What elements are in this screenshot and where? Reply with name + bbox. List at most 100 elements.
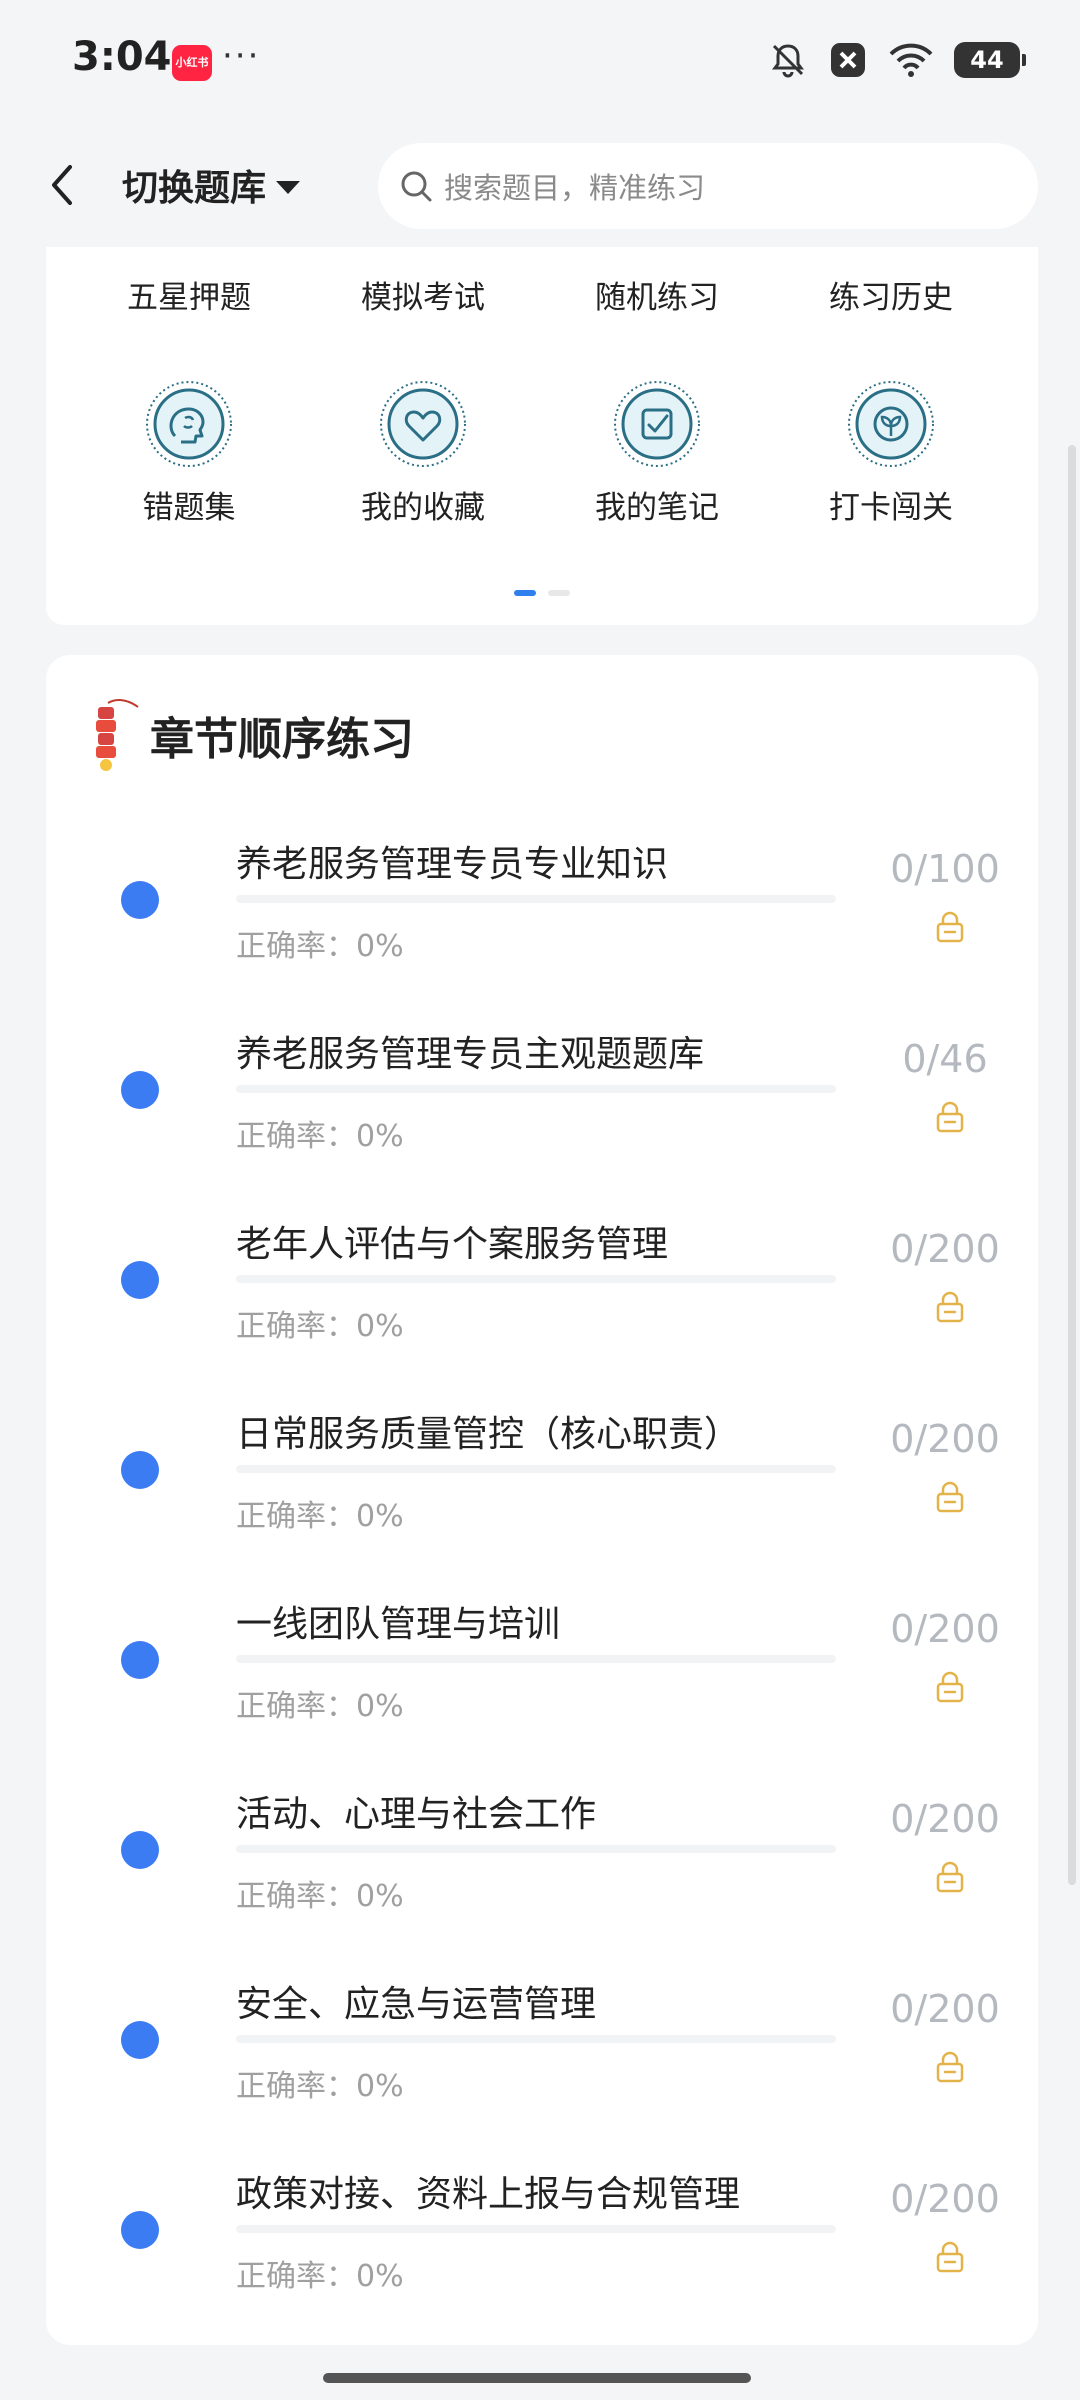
heart-icon bbox=[380, 381, 466, 467]
chapter-progress-bar bbox=[236, 1085, 836, 1093]
chapter-name: 日常服务质量管控（核心职责） bbox=[236, 1414, 741, 1455]
accuracy-label: 正确率： bbox=[236, 1119, 356, 1154]
chapter-status-dot bbox=[121, 881, 159, 919]
search-placeholder: 搜索题目，精准练习 bbox=[444, 171, 706, 205]
grid-item-practice-history[interactable]: 练习历史 bbox=[791, 272, 991, 317]
brain-icon bbox=[146, 381, 232, 467]
chapter-count: 0/200 bbox=[890, 2177, 1000, 2221]
accuracy-label: 正确率： bbox=[236, 2069, 356, 2104]
lock-icon[interactable] bbox=[932, 2049, 968, 2085]
firecracker-icon bbox=[96, 699, 139, 771]
grid-pager bbox=[46, 590, 1038, 596]
note-check-icon bbox=[614, 381, 700, 467]
lock-icon[interactable] bbox=[932, 1289, 968, 1325]
chapter-item[interactable]: 活动、心理与社会工作正确率：0% 0/200 bbox=[46, 1785, 1038, 1975]
chapter-item[interactable]: 日常服务质量管控（核心职责） 正确率：0% 0/200 bbox=[46, 1405, 1038, 1595]
chapter-progress-bar bbox=[236, 2035, 836, 2043]
grid-item-mock-exam[interactable]: 模拟考试 bbox=[323, 272, 523, 317]
accuracy-label: 正确率： bbox=[236, 2259, 356, 2294]
accuracy-value: 0% bbox=[356, 929, 404, 964]
grid-item-notes[interactable]: 我的笔记 bbox=[557, 380, 757, 527]
chapter-name: 一线团队管理与培训 bbox=[236, 1604, 561, 1645]
chapter-practice-card: 章节顺序练习 养老服务管理专员专业知识 正确率：0% 0/100 养老服务管理专员主观… bbox=[46, 655, 1038, 2345]
chapter-status-dot bbox=[121, 1451, 159, 1489]
grid-item-random-practice[interactable]: 随机练习 bbox=[557, 272, 757, 317]
chapter-item[interactable]: 养老服务管理专员专业知识 正确率：0% 0/100 bbox=[46, 835, 1038, 1025]
lock-icon[interactable] bbox=[932, 1859, 968, 1895]
search-input[interactable]: 搜索题目，精准练习 bbox=[378, 143, 1038, 229]
lock-icon[interactable] bbox=[932, 1479, 968, 1515]
pager-dot-active bbox=[514, 590, 536, 596]
chapter-status-dot bbox=[121, 2021, 159, 2059]
chapter-section-header: 章节顺序练习 bbox=[88, 695, 414, 775]
accuracy-value: 0% bbox=[356, 2069, 404, 2104]
chapter-name: 养老服务管理专员主观题题库 bbox=[236, 1034, 705, 1075]
accuracy-value: 0% bbox=[356, 1309, 404, 1344]
quick-action-card: 五星押题 模拟考试 随机练习 练习历史 错题集 我的收藏 我的笔记 打卡闯关 bbox=[46, 230, 1038, 625]
chapter-progress-bar bbox=[236, 1465, 836, 1473]
home-indicator[interactable] bbox=[323, 2373, 751, 2383]
lock-icon[interactable] bbox=[932, 2239, 968, 2275]
accuracy-value: 0% bbox=[356, 1119, 404, 1154]
header-bar: 切换题库 搜索题目，精准练习 bbox=[0, 125, 1080, 247]
pager-dot bbox=[548, 590, 570, 596]
accuracy-label: 正确率： bbox=[236, 929, 356, 964]
more-notifications-icon: ··· bbox=[222, 36, 261, 76]
chapter-item[interactable]: 一线团队管理与培训 正确率：0% 0/200 bbox=[46, 1595, 1038, 1785]
switch-bank-button[interactable]: 切换题库 bbox=[122, 159, 301, 211]
bell-off-icon bbox=[772, 44, 804, 78]
chapter-accuracy: 正确率：0% bbox=[236, 1301, 404, 1345]
grid-item-label: 错题集 bbox=[142, 490, 236, 526]
chapter-progress-bar bbox=[236, 895, 836, 903]
status-time: 3:04 bbox=[72, 34, 172, 80]
accuracy-value: 0% bbox=[356, 2259, 404, 2294]
grid-item-label: 打卡闯关 bbox=[829, 490, 953, 526]
scrollbar[interactable] bbox=[1068, 445, 1076, 1885]
chapter-accuracy: 正确率：0% bbox=[236, 2061, 404, 2105]
accuracy-label: 正确率： bbox=[236, 1499, 356, 1534]
chapter-accuracy: 正确率：0% bbox=[236, 2251, 404, 2295]
chapter-status-dot bbox=[121, 1641, 159, 1679]
chapter-name: 安全、应急与运营管理 bbox=[236, 1984, 597, 2025]
chapter-accuracy: 正确率：0% bbox=[236, 921, 404, 965]
chapter-item[interactable]: 安全、应急与运营管理 正确率：0% 0/200 bbox=[46, 1975, 1038, 2165]
chapter-status-dot bbox=[121, 1261, 159, 1299]
chapter-progress-bar bbox=[236, 1655, 836, 1663]
battery-icon: 44 bbox=[954, 42, 1026, 78]
chapter-count: 0/200 bbox=[890, 1797, 1000, 1841]
chapter-count: 0/100 bbox=[890, 847, 1000, 891]
lock-icon[interactable] bbox=[932, 909, 968, 945]
accuracy-label: 正确率： bbox=[236, 1689, 356, 1724]
chapter-status-dot bbox=[121, 1831, 159, 1869]
grid-item-label: 模拟考试 bbox=[361, 280, 485, 316]
chapter-status-dot bbox=[121, 2211, 159, 2249]
accuracy-value: 0% bbox=[356, 1499, 404, 1534]
grid-item-wrong-questions[interactable]: 错题集 bbox=[89, 380, 289, 527]
accuracy-label: 正确率： bbox=[236, 1309, 356, 1344]
chapter-accuracy: 正确率：0% bbox=[236, 1111, 404, 1155]
grid-item-label: 练习历史 bbox=[829, 280, 953, 316]
chapter-item[interactable]: 老年人评估与个案服务管理 正确率：0% 0/200 bbox=[46, 1215, 1038, 1405]
grid-item-check-in[interactable]: 打卡闯关 bbox=[791, 380, 991, 527]
chapter-count: 0/200 bbox=[890, 1607, 1000, 1651]
chapter-name: 活动、心理与社会工作 bbox=[236, 1794, 597, 1835]
grid-item-favorites[interactable]: 我的收藏 bbox=[323, 380, 523, 527]
chapter-name: 老年人评估与个案服务管理 bbox=[236, 1224, 669, 1265]
accuracy-value: 0% bbox=[356, 1879, 404, 1914]
grid-item-label: 随机练习 bbox=[595, 280, 719, 316]
lock-icon[interactable] bbox=[932, 1099, 968, 1135]
back-icon[interactable] bbox=[42, 157, 82, 213]
accuracy-value: 0% bbox=[356, 1689, 404, 1724]
accuracy-label: 正确率： bbox=[236, 1879, 356, 1914]
chapter-item[interactable]: 政策对接、资料上报与合规管理 正确率：0% 0/200 bbox=[46, 2165, 1038, 2355]
close-box-icon bbox=[831, 43, 865, 77]
caret-down-icon bbox=[276, 180, 301, 194]
wifi-icon bbox=[889, 43, 933, 77]
lock-icon[interactable] bbox=[932, 1669, 968, 1705]
app-notification-icon: 小红书 bbox=[172, 45, 212, 81]
chapter-accuracy: 正确率：0% bbox=[236, 1681, 404, 1725]
grid-item-five-star[interactable]: 五星押题 bbox=[89, 272, 289, 317]
chapter-section-title: 章节顺序练习 bbox=[150, 714, 414, 765]
chapter-item[interactable]: 养老服务管理专员主观题题库 正确率：0% 0/46 bbox=[46, 1025, 1038, 1215]
chapter-progress-bar bbox=[236, 1275, 836, 1283]
